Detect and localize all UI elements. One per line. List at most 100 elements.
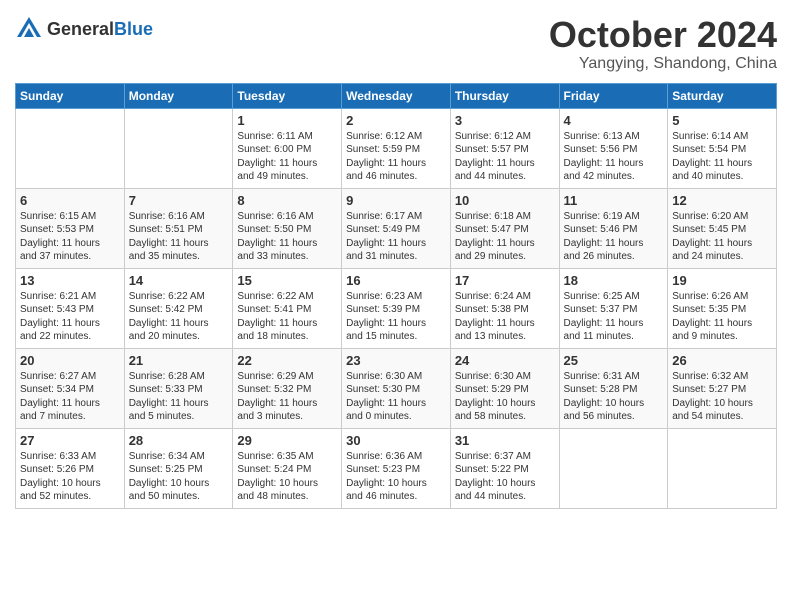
- calendar-cell: 17 Sunrise: 6:24 AMSunset: 5:38 PMDayligh…: [450, 268, 559, 348]
- calendar-cell: 1Sunrise: 6:11 AMSunset: 6:00 PMDaylight…: [233, 108, 342, 188]
- calendar-cell: 5Sunrise: 6:14 AMSunset: 5:54 PMDaylight…: [668, 108, 777, 188]
- calendar-cell: 6Sunrise: 6:15 AMSunset: 5:53 PMDaylight…: [16, 188, 125, 268]
- cell-content: Sunrise: 6:17 AMSunset: 5:49 PMDaylight:…: [346, 210, 446, 264]
- cell-content: Sunrise: 6:12 AMSunset: 5:57 PMDaylight:…: [455, 130, 555, 184]
- day-number: 17: [455, 273, 555, 288]
- day-number: 14: [129, 273, 229, 288]
- calendar-cell: 4 Sunrise: 6:13 AMSunset: 5:56 PMDaylight…: [559, 108, 668, 188]
- cell-content: Sunrise: 6:16 AMSunset: 5:51 PMDaylight:…: [129, 210, 229, 264]
- day-header-monday: Monday: [124, 83, 233, 108]
- day-number: 20: [20, 353, 120, 368]
- calendar-cell: 20Sunrise: 6:27 AMSunset: 5:34 PMDayligh…: [16, 348, 125, 428]
- logo: GeneralBlue: [15, 15, 153, 43]
- calendar-cell: 14Sunrise: 6:22 AMSunset: 5:42 PMDayligh…: [124, 268, 233, 348]
- calendar-week-row: 1Sunrise: 6:11 AMSunset: 6:00 PMDaylight…: [16, 108, 777, 188]
- day-number: 19: [672, 273, 772, 288]
- day-header-tuesday: Tuesday: [233, 83, 342, 108]
- day-number: 21: [129, 353, 229, 368]
- calendar-cell: 10 Sunrise: 6:18 AMSunset: 5:47 PMDayligh…: [450, 188, 559, 268]
- cell-content: Sunrise: 6:12 AMSunset: 5:59 PMDaylight:…: [346, 130, 446, 184]
- calendar-cell: 24 Sunrise: 6:30 AMSunset: 5:29 PMDayligh…: [450, 348, 559, 428]
- calendar-cell: 27Sunrise: 6:33 AMSunset: 5:26 PMDayligh…: [16, 428, 125, 508]
- cell-content: Sunrise: 6:16 AMSunset: 5:50 PMDaylight:…: [237, 210, 337, 264]
- cell-content: Sunrise: 6:18 AMSunset: 5:47 PMDaylight:…: [455, 210, 555, 264]
- day-number: 16: [346, 273, 446, 288]
- day-number: 22: [237, 353, 337, 368]
- day-header-friday: Friday: [559, 83, 668, 108]
- cell-content: Sunrise: 6:21 AMSunset: 5:43 PMDaylight:…: [20, 290, 120, 344]
- day-number: 2: [346, 113, 446, 128]
- calendar-cell: 7 Sunrise: 6:16 AMSunset: 5:51 PMDaylight…: [124, 188, 233, 268]
- day-number: 12: [672, 193, 772, 208]
- calendar-cell: 31 Sunrise: 6:37 AMSunset: 5:22 PMDayligh…: [450, 428, 559, 508]
- day-number: 24: [455, 353, 555, 368]
- cell-content: Sunrise: 6:34 AMSunset: 5:25 PMDaylight:…: [129, 450, 229, 504]
- cell-content: Sunrise: 6:14 AMSunset: 5:54 PMDaylight:…: [672, 130, 772, 184]
- logo-icon: [15, 15, 43, 43]
- calendar-week-row: 27Sunrise: 6:33 AMSunset: 5:26 PMDayligh…: [16, 428, 777, 508]
- calendar-cell: [668, 428, 777, 508]
- cell-content: Sunrise: 6:23 AMSunset: 5:39 PMDaylight:…: [346, 290, 446, 344]
- day-number: 4: [564, 113, 664, 128]
- cell-content: Sunrise: 6:29 AMSunset: 5:32 PMDaylight:…: [237, 370, 337, 424]
- day-number: 11: [564, 193, 664, 208]
- calendar-cell: 26 Sunrise: 6:32 AMSunset: 5:27 PMDayligh…: [668, 348, 777, 428]
- cell-content: Sunrise: 6:22 AMSunset: 5:41 PMDaylight:…: [237, 290, 337, 344]
- day-number: 18: [564, 273, 664, 288]
- day-number: 26: [672, 353, 772, 368]
- calendar-cell: 22 Sunrise: 6:29 AMSunset: 5:32 PMDayligh…: [233, 348, 342, 428]
- calendar-cell: 21 Sunrise: 6:28 AMSunset: 5:33 PMDayligh…: [124, 348, 233, 428]
- logo-text-general: General: [47, 19, 114, 39]
- cell-content: Sunrise: 6:30 AMSunset: 5:30 PMDaylight:…: [346, 370, 446, 424]
- day-header-saturday: Saturday: [668, 83, 777, 108]
- calendar-header-row: SundayMondayTuesdayWednesdayThursdayFrid…: [16, 83, 777, 108]
- day-number: 25: [564, 353, 664, 368]
- cell-content: Sunrise: 6:20 AMSunset: 5:45 PMDaylight:…: [672, 210, 772, 264]
- cell-content: Sunrise: 6:25 AMSunset: 5:37 PMDaylight:…: [564, 290, 664, 344]
- day-header-thursday: Thursday: [450, 83, 559, 108]
- calendar-cell: 11Sunrise: 6:19 AMSunset: 5:46 PMDayligh…: [559, 188, 668, 268]
- calendar-week-row: 13Sunrise: 6:21 AMSunset: 5:43 PMDayligh…: [16, 268, 777, 348]
- calendar-cell: 12 Sunrise: 6:20 AMSunset: 5:45 PMDayligh…: [668, 188, 777, 268]
- cell-content: Sunrise: 6:35 AMSunset: 5:24 PMDaylight:…: [237, 450, 337, 504]
- day-number: 30: [346, 433, 446, 448]
- page-header: GeneralBlue October 2024 Yangying, Shand…: [15, 15, 777, 73]
- day-number: 9: [346, 193, 446, 208]
- calendar-cell: 3Sunrise: 6:12 AMSunset: 5:57 PMDaylight…: [450, 108, 559, 188]
- cell-content: Sunrise: 6:24 AMSunset: 5:38 PMDaylight:…: [455, 290, 555, 344]
- cell-content: Sunrise: 6:30 AMSunset: 5:29 PMDaylight:…: [455, 370, 555, 424]
- cell-content: Sunrise: 6:33 AMSunset: 5:26 PMDaylight:…: [20, 450, 120, 504]
- calendar-cell: 19 Sunrise: 6:26 AMSunset: 5:35 PMDayligh…: [668, 268, 777, 348]
- calendar-cell: 18 Sunrise: 6:25 AMSunset: 5:37 PMDayligh…: [559, 268, 668, 348]
- calendar-cell: 16 Sunrise: 6:23 AMSunset: 5:39 PMDayligh…: [342, 268, 451, 348]
- calendar-cell: [559, 428, 668, 508]
- cell-content: Sunrise: 6:32 AMSunset: 5:27 PMDaylight:…: [672, 370, 772, 424]
- calendar-cell: 15Sunrise: 6:22 AMSunset: 5:41 PMDayligh…: [233, 268, 342, 348]
- day-header-wednesday: Wednesday: [342, 83, 451, 108]
- cell-content: Sunrise: 6:11 AMSunset: 6:00 PMDaylight:…: [237, 130, 337, 184]
- cell-content: Sunrise: 6:28 AMSunset: 5:33 PMDaylight:…: [129, 370, 229, 424]
- cell-content: Sunrise: 6:15 AMSunset: 5:53 PMDaylight:…: [20, 210, 120, 264]
- calendar-week-row: 20Sunrise: 6:27 AMSunset: 5:34 PMDayligh…: [16, 348, 777, 428]
- cell-content: Sunrise: 6:13 AMSunset: 5:56 PMDaylight:…: [564, 130, 664, 184]
- day-number: 7: [129, 193, 229, 208]
- logo-text-blue: Blue: [114, 19, 153, 39]
- calendar-cell: 25 Sunrise: 6:31 AMSunset: 5:28 PMDayligh…: [559, 348, 668, 428]
- calendar-cell: 13Sunrise: 6:21 AMSunset: 5:43 PMDayligh…: [16, 268, 125, 348]
- calendar-cell: 28Sunrise: 6:34 AMSunset: 5:25 PMDayligh…: [124, 428, 233, 508]
- day-number: 29: [237, 433, 337, 448]
- day-number: 23: [346, 353, 446, 368]
- cell-content: Sunrise: 6:37 AMSunset: 5:22 PMDaylight:…: [455, 450, 555, 504]
- day-header-sunday: Sunday: [16, 83, 125, 108]
- calendar-table: SundayMondayTuesdayWednesdayThursdayFrid…: [15, 83, 777, 509]
- calendar-cell: 8Sunrise: 6:16 AMSunset: 5:50 PMDaylight…: [233, 188, 342, 268]
- calendar-cell: [124, 108, 233, 188]
- cell-content: Sunrise: 6:31 AMSunset: 5:28 PMDaylight:…: [564, 370, 664, 424]
- calendar-cell: 2 Sunrise: 6:12 AMSunset: 5:59 PMDaylight…: [342, 108, 451, 188]
- month-title: October 2024: [549, 15, 777, 55]
- day-number: 31: [455, 433, 555, 448]
- day-number: 10: [455, 193, 555, 208]
- calendar-cell: [16, 108, 125, 188]
- location-title: Yangying, Shandong, China: [549, 55, 777, 73]
- cell-content: Sunrise: 6:26 AMSunset: 5:35 PMDaylight:…: [672, 290, 772, 344]
